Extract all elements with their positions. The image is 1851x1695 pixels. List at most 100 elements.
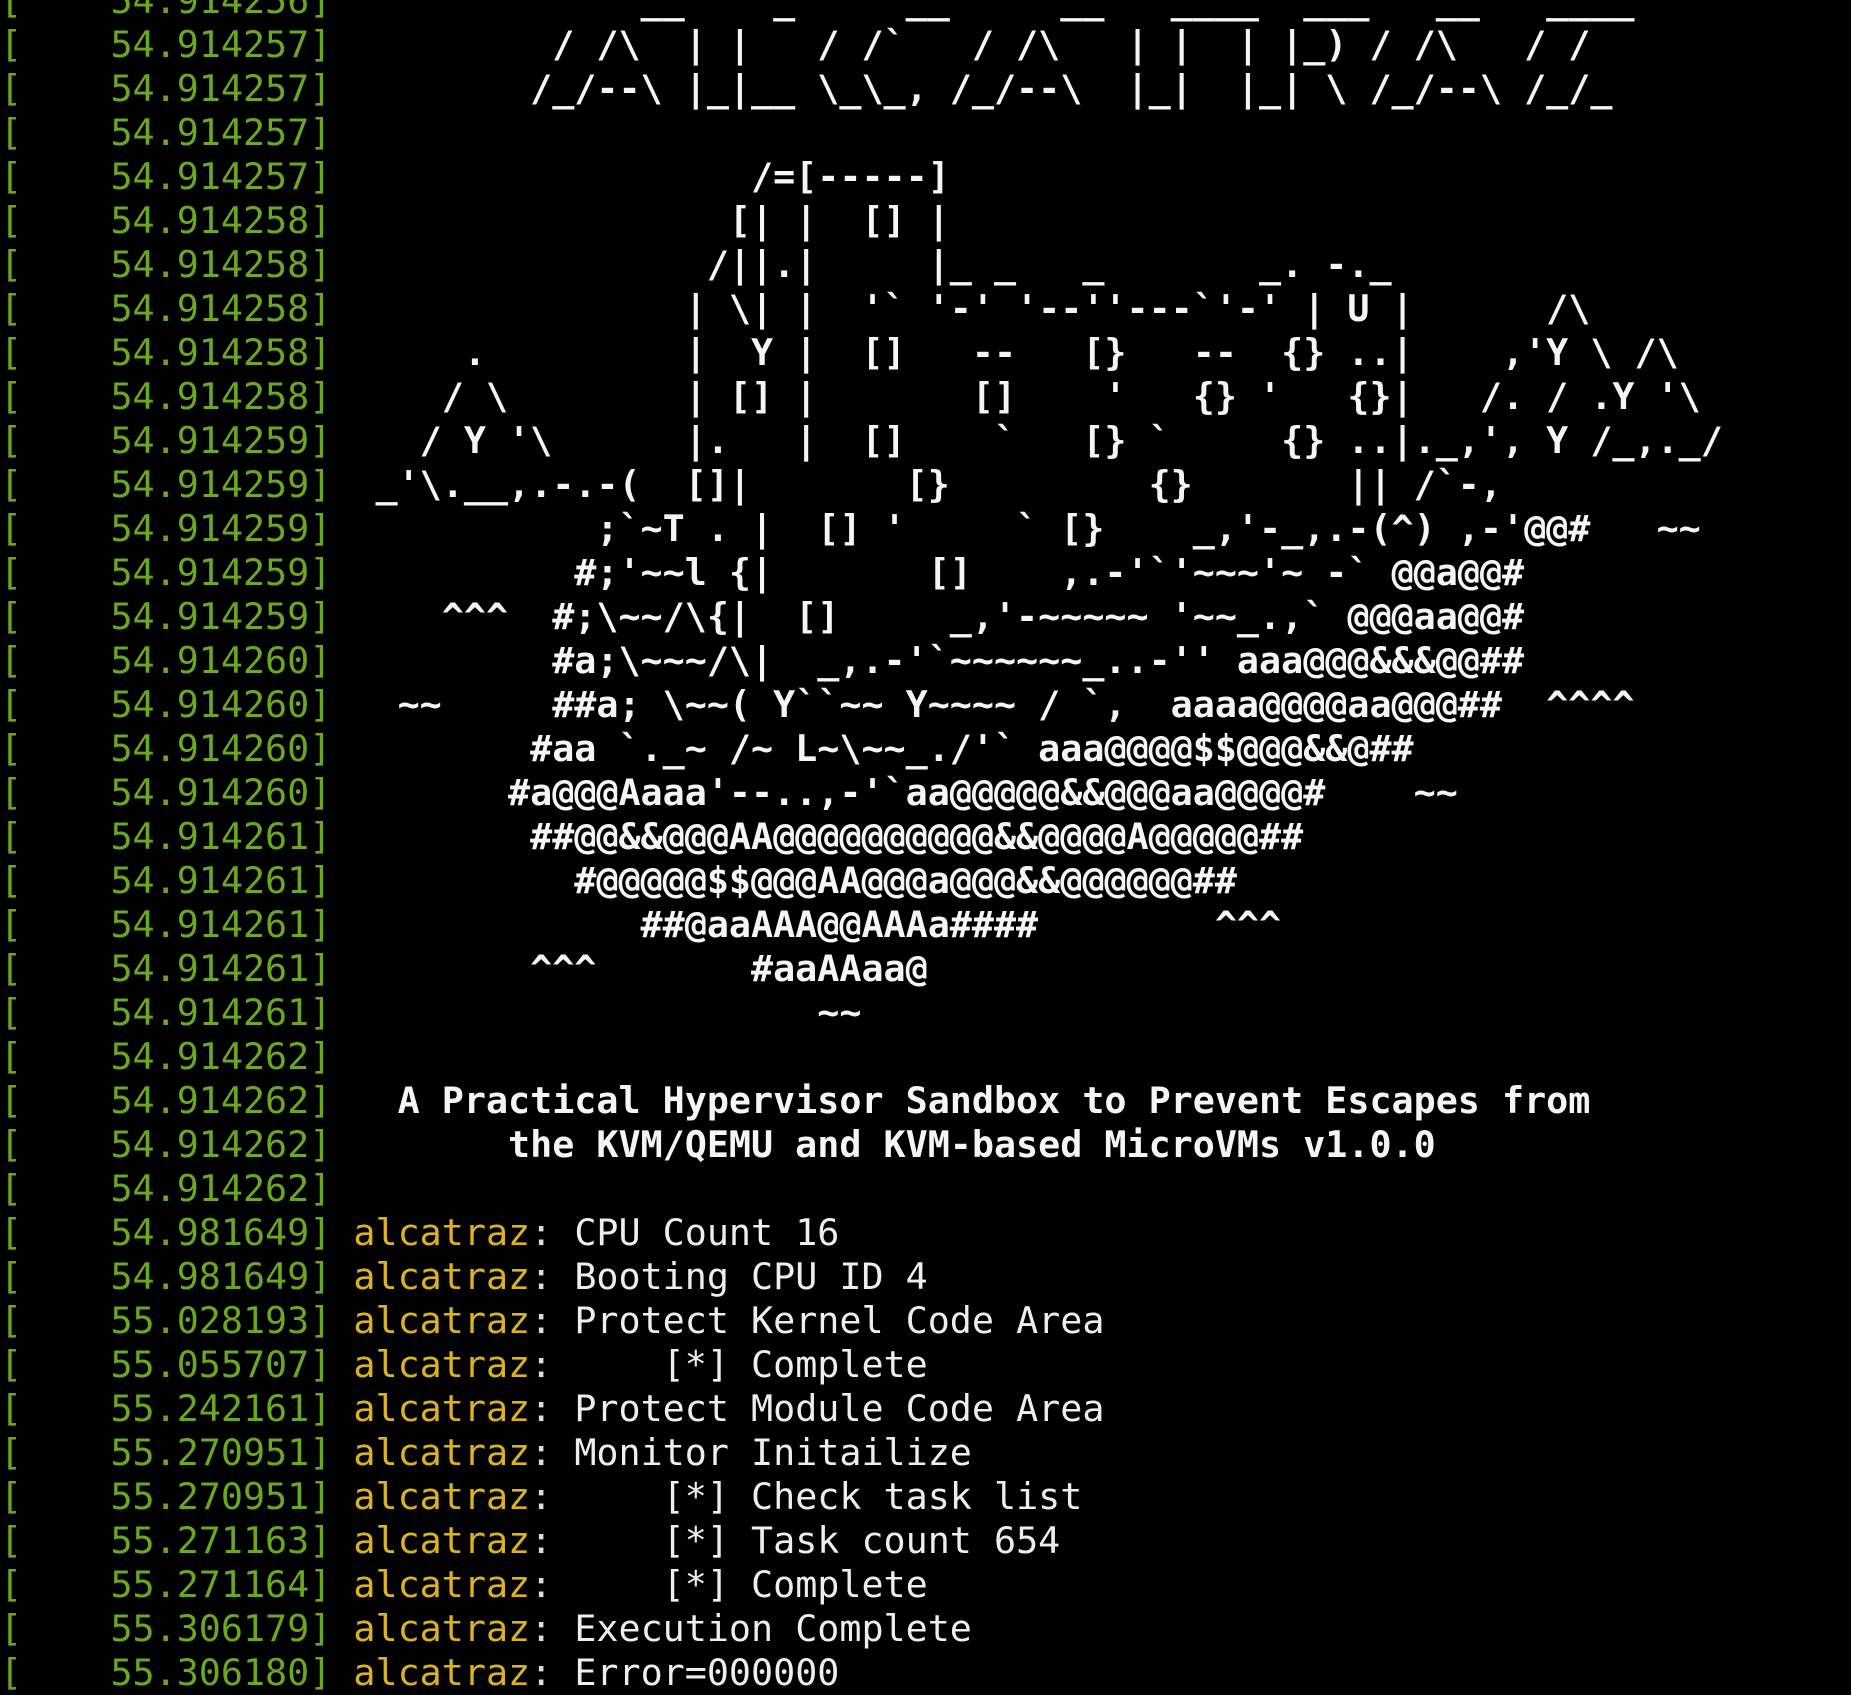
log-bracket-close: ] [309, 1563, 354, 1606]
banner-text: ~~ ##a; \~~( Y``~~ Y~~~~ / `, aaaa@@@@aa… [353, 683, 1635, 726]
log-line-banner: [ 54.914261] ~~ [0, 991, 1851, 1035]
log-bracket-close: ] [309, 375, 354, 418]
log-timestamp: 54.914259 [22, 551, 310, 594]
log-bracket-open: [ [0, 507, 23, 550]
log-line-module: [ 55.271164] alcatraz: [*] Complete [0, 1563, 1851, 1607]
log-bracket-close: ] [309, 507, 354, 550]
log-timestamp: 54.914258 [22, 331, 310, 374]
log-line-module: [ 55.271163] alcatraz: [*] Task count 65… [0, 1519, 1851, 1563]
log-line-banner: [ 54.914262] A Practical Hypervisor Sand… [0, 1079, 1851, 1123]
log-timestamp: 54.914257 [22, 23, 310, 66]
log-line-banner: [ 54.914258] | \| | '` '-' '--''---`'-' … [0, 287, 1851, 331]
log-timestamp: 54.914257 [22, 111, 310, 154]
log-line-banner: [ 54.914262] the KVM/QEMU and KVM-based … [0, 1123, 1851, 1167]
banner-text: #;'~~l {| [] ,.-'`'~~~'~ -` @@a@@# [353, 551, 1525, 594]
log-line-banner: [ 54.914260] #aa `._~ /~ L~\~~_./'` aaa@… [0, 727, 1851, 771]
log-bracket-close: ] [309, 727, 354, 770]
log-bracket-close: ] [309, 1123, 354, 1166]
log-line-banner: [ 54.914261] #@@@@@$$@@@AA@@@a@@@&&@@@@@… [0, 859, 1851, 903]
log-bracket-open: [ [0, 859, 23, 902]
log-timestamp: 54.981649 [22, 1211, 310, 1254]
log-source-tag: alcatraz [353, 1431, 531, 1474]
log-bracket-open: [ [0, 683, 23, 726]
log-line-banner: [ 54.914260] #a@@@Aaaa'--..,-'`aa@@@@@&&… [0, 771, 1851, 815]
banner-text: ##@@&&@@@AA@@@@@@@@@@&&@@@@A@@@@@## [353, 815, 1304, 858]
log-bracket-close: ] [309, 331, 354, 374]
banner-text: _'\.__,.-.-( []| [} {} || /`-, [353, 463, 1502, 506]
log-timestamp: 54.914259 [22, 463, 310, 506]
log-line-module: [ 55.306179] alcatraz: Execution Complet… [0, 1607, 1851, 1651]
log-message: [*] Complete [574, 1563, 928, 1606]
log-bracket-open: [ [0, 23, 23, 66]
log-bracket-open: [ [0, 595, 23, 638]
log-timestamp: 55.242161 [22, 1387, 310, 1430]
log-timestamp: 54.914259 [22, 507, 310, 550]
log-timestamp: 54.914261 [22, 815, 310, 858]
log-timestamp: 54.914261 [22, 947, 310, 990]
log-timestamp: 54.914258 [22, 199, 310, 242]
log-line-banner: [ 54.914261] ##@aaAAA@@AAAa#### ^^^ [0, 903, 1851, 947]
log-bracket-open: [ [0, 419, 23, 462]
log-separator: : [530, 1431, 575, 1474]
log-message: [*] Check task list [574, 1475, 1083, 1518]
log-bracket-open: [ [0, 1519, 23, 1562]
log-separator: : [530, 1211, 575, 1254]
log-line-banner: [ 54.914258] /||.| |_ _ _ _. -._ [0, 243, 1851, 287]
log-line-banner: [ 54.914261] ^^^ #aaAAaa@ [0, 947, 1851, 991]
banner-text: /_/--\ |_|__ \_\_, /_/--\ |_| |_| \ /_/-… [353, 67, 1613, 110]
terminal-console[interactable]: [ 54.914256] __ _ __ __ ____ ___ __ ____… [0, 0, 1851, 1695]
log-bracket-open: [ [0, 375, 23, 418]
log-bracket-open: [ [0, 155, 23, 198]
log-bracket-open: [ [0, 639, 23, 682]
log-bracket-open: [ [0, 1607, 23, 1650]
log-line-module: [ 55.306180] alcatraz: Error=000000 [0, 1651, 1851, 1695]
banner-text: / /\ | | / /` / /\ | | | |_) / /\ / / [353, 23, 1591, 66]
log-source-tag: alcatraz [353, 1255, 531, 1298]
log-bracket-open: [ [0, 1167, 23, 1210]
log-bracket-open: [ [0, 1035, 23, 1078]
log-bracket-open: [ [0, 1299, 23, 1342]
log-separator: : [530, 1299, 575, 1342]
log-timestamp: 54.914258 [22, 287, 310, 330]
log-bracket-close: ] [309, 595, 354, 638]
log-line-banner: [ 54.914259] ;`~T . | [] ' ` [} _,'-_,.-… [0, 507, 1851, 551]
log-bracket-close: ] [309, 1343, 354, 1386]
log-timestamp: 55.271163 [22, 1519, 310, 1562]
log-bracket-close: ] [309, 419, 354, 462]
log-bracket-open: [ [0, 1475, 23, 1518]
log-bracket-close: ] [309, 1475, 354, 1518]
banner-text: ;`~T . | [] ' ` [} _,'-_,.-(^) ,-'@@# ~~ [353, 507, 1701, 550]
log-separator: : [530, 1475, 575, 1518]
log-line-banner: [ 54.914257] /_/--\ |_|__ \_\_, /_/--\ |… [0, 67, 1851, 111]
log-timestamp: 54.914260 [22, 639, 310, 682]
log-bracket-open: [ [0, 815, 23, 858]
banner-text: /=[-----] [353, 155, 950, 198]
log-bracket-close: ] [309, 1079, 354, 1122]
log-bracket-open: [ [0, 771, 23, 814]
log-bracket-open: [ [0, 1563, 23, 1606]
log-separator: : [530, 1255, 575, 1298]
banner-text: #@@@@@$$@@@AA@@@a@@@&&@@@@@@## [353, 859, 1237, 902]
log-bracket-open: [ [0, 1211, 23, 1254]
log-source-tag: alcatraz [353, 1387, 531, 1430]
log-timestamp: 54.914261 [22, 903, 310, 946]
log-bracket-close: ] [309, 67, 354, 110]
log-line-banner: [ 54.914260] ~~ ##a; \~~( Y``~~ Y~~~~ / … [0, 683, 1851, 727]
log-bracket-close: ] [309, 199, 354, 242]
log-line-module: [ 54.981649] alcatraz: CPU Count 16 [0, 1211, 1851, 1255]
banner-text: the KVM/QEMU and KVM-based MicroVMs v1.0… [353, 1123, 1436, 1166]
log-bracket-close: ] [309, 23, 354, 66]
log-line-banner: [ 54.914259] #;'~~l {| [] ,.-'`'~~~'~ -`… [0, 551, 1851, 595]
log-line-banner: [ 54.914260] #a;\~~~/\| _,.-'`~~~~~~_..-… [0, 639, 1851, 683]
log-source-tag: alcatraz [353, 1299, 531, 1342]
log-bracket-close: ] [309, 683, 354, 726]
log-timestamp: 54.914260 [22, 727, 310, 770]
log-source-tag: alcatraz [353, 1519, 531, 1562]
log-timestamp: 54.914262 [22, 1167, 310, 1210]
banner-text: ##@aaAAA@@AAAa#### ^^^ [353, 903, 1282, 946]
log-line-banner: [ 54.914262] [0, 1167, 1851, 1211]
log-timestamp: 54.914257 [22, 155, 310, 198]
banner-text: /||.| |_ _ _ _. -._ [353, 243, 1392, 286]
log-line-banner: [ 54.914257] / /\ | | / /` / /\ | | | |_… [0, 23, 1851, 67]
log-line-module: [ 55.242161] alcatraz: Protect Module Co… [0, 1387, 1851, 1431]
